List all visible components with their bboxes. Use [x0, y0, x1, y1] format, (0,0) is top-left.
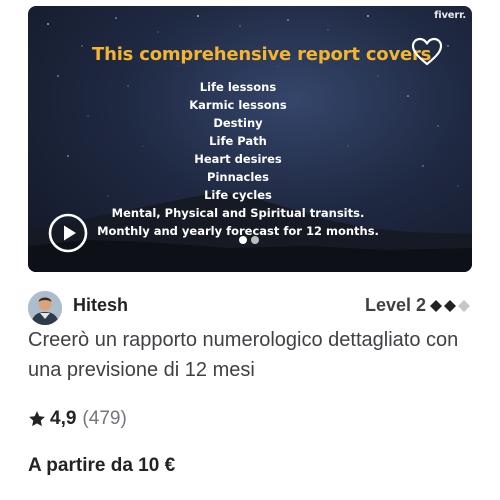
seller-avatar-image — [28, 291, 62, 325]
heart-outline-icon[interactable] — [411, 37, 443, 67]
price: A partire da 10 € — [28, 455, 176, 476]
rating: 4,9 (479) — [28, 408, 127, 430]
topic-item: Karmic lessons — [189, 98, 287, 112]
topic-item: Pinnacles — [207, 170, 269, 184]
carousel-dots — [239, 236, 259, 244]
seller-name[interactable]: Hitesh — [73, 295, 128, 316]
seller-level-label: Level 2 — [364, 295, 426, 315]
topics-list: Life lessons Karmic lessons Destiny Life… — [28, 78, 448, 240]
carousel-dot-1[interactable] — [239, 236, 247, 244]
topic-item: Monthly and yearly forecast for 12 month… — [97, 224, 379, 238]
star-icon — [29, 411, 45, 427]
topic-item: Destiny — [213, 116, 263, 130]
gig-media[interactable]: fiverr. This comprehensive report covers… — [28, 6, 472, 272]
gig-card[interactable]: fiverr. This comprehensive report covers… — [0, 0, 500, 500]
avatar[interactable] — [28, 291, 62, 325]
diamond-icon — [430, 299, 470, 312]
carousel-dot-2[interactable] — [251, 236, 259, 244]
fiverr-watermark: fiverr. — [434, 10, 466, 21]
rating-count: (479) — [82, 408, 127, 429]
topic-item: Life lessons — [199, 80, 277, 94]
topic-item: Mental, Physical and Spiritual transits. — [111, 206, 365, 220]
media-headline: This comprehensive report covers — [92, 44, 432, 65]
topic-item: Life Path — [209, 134, 267, 148]
topic-item: Life cycles — [204, 188, 272, 202]
play-icon[interactable] — [48, 213, 88, 253]
rating-score: 4,9 — [50, 408, 77, 429]
topic-item: Heart desires — [194, 152, 282, 166]
seller-level: Level 2 — [365, 295, 470, 316]
gig-title[interactable]: Creerò un rapporto numerologico dettagli… — [28, 325, 483, 385]
